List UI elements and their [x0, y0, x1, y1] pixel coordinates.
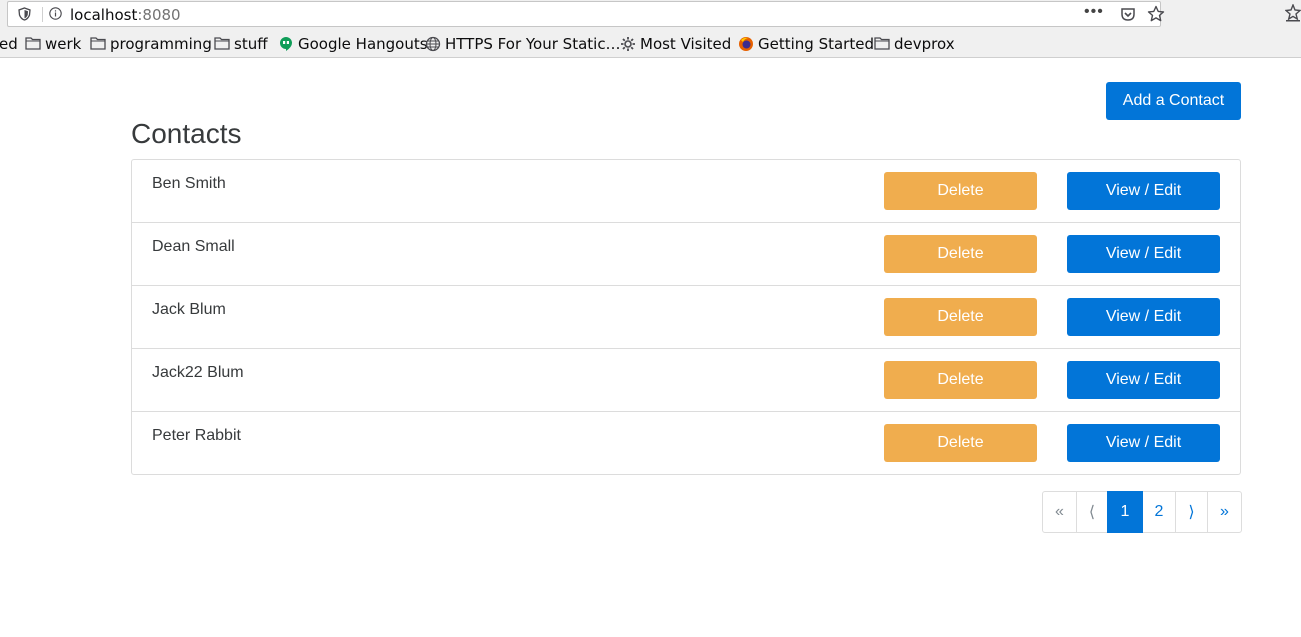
pagination-next[interactable]: ⟩: [1175, 491, 1208, 533]
delete-button[interactable]: Delete: [884, 361, 1037, 399]
delete-button[interactable]: Delete: [884, 298, 1037, 336]
view-edit-button[interactable]: View / Edit: [1067, 361, 1220, 399]
folder-icon: [874, 37, 890, 50]
delete-button[interactable]: Delete: [884, 235, 1037, 273]
page-title: Contacts: [131, 118, 242, 149]
pagination-last[interactable]: »: [1207, 491, 1242, 533]
folder-icon: [90, 37, 106, 50]
bookmark-item[interactable]: ed: [0, 35, 18, 53]
contact-name: Jack22 Blum: [152, 364, 244, 381]
pocket-icon[interactable]: [1120, 7, 1136, 22]
browser-toolbar: localhost:8080 •••: [0, 0, 1301, 30]
bookmark-label: Most Visited: [640, 35, 732, 53]
contact-name: Jack Blum: [152, 301, 226, 318]
pagination: « ⟨ 1 2 ⟩ »: [1042, 491, 1242, 533]
pagination-first[interactable]: «: [1042, 491, 1077, 533]
bookmark-label: programming: [110, 35, 212, 53]
contact-name: Dean Small: [152, 238, 235, 255]
view-edit-button[interactable]: View / Edit: [1067, 172, 1220, 210]
contact-row: Dean Small Delete View / Edit: [132, 223, 1240, 286]
view-edit-button[interactable]: View / Edit: [1067, 298, 1220, 336]
firefox-icon: [739, 37, 753, 51]
pagination-page-1[interactable]: 1: [1107, 491, 1143, 533]
bookmark-label: Getting Started: [758, 35, 874, 53]
bookmark-label: stuff: [234, 35, 268, 53]
folder-icon: [214, 37, 230, 50]
delete-button[interactable]: Delete: [884, 172, 1037, 210]
add-contact-button[interactable]: Add a Contact: [1106, 82, 1241, 120]
contact-row: Ben Smith Delete View / Edit: [132, 160, 1240, 223]
contact-name: Peter Rabbit: [152, 427, 241, 444]
page-actions-menu-icon[interactable]: •••: [1084, 3, 1104, 21]
contact-name: Ben Smith: [152, 175, 226, 192]
gear-icon: [621, 37, 635, 51]
pagination-prev[interactable]: ⟨: [1076, 491, 1108, 533]
globe-icon: [425, 36, 441, 52]
url-host: localhost: [70, 6, 138, 24]
url-separator: [42, 7, 43, 22]
site-info-icon[interactable]: [49, 7, 62, 20]
bookmark-label: HTTPS For Your Static…: [445, 35, 621, 53]
view-edit-button[interactable]: View / Edit: [1067, 424, 1220, 462]
folder-icon: [25, 37, 41, 50]
contact-row: Peter Rabbit Delete View / Edit: [132, 412, 1240, 475]
bookmark-star-icon[interactable]: [1147, 5, 1165, 23]
url-bar[interactable]: localhost:8080 •••: [7, 1, 1165, 27]
contact-row: Jack Blum Delete View / Edit: [132, 286, 1240, 349]
bookmarks-toolbar: ed werk programming stuff Google Hangout…: [0, 30, 1301, 58]
bookmark-label: ed: [0, 35, 18, 53]
library-icon[interactable]: [1285, 4, 1301, 22]
pagination-page-2[interactable]: 2: [1142, 491, 1176, 533]
bookmark-label: Google Hangouts: [298, 35, 428, 53]
bookmark-label: werk: [45, 35, 82, 53]
url-text[interactable]: localhost:8080: [70, 6, 181, 24]
contacts-list: Ben Smith Delete View / Edit Dean Small …: [131, 159, 1241, 475]
contact-row: Jack22 Blum Delete View / Edit: [132, 349, 1240, 412]
view-edit-button[interactable]: View / Edit: [1067, 235, 1220, 273]
delete-button[interactable]: Delete: [884, 424, 1037, 462]
url-port: :8080: [137, 6, 181, 24]
tracking-protection-icon[interactable]: [18, 7, 31, 21]
hangouts-icon: [280, 37, 292, 51]
bookmark-label: devprox: [894, 35, 955, 53]
